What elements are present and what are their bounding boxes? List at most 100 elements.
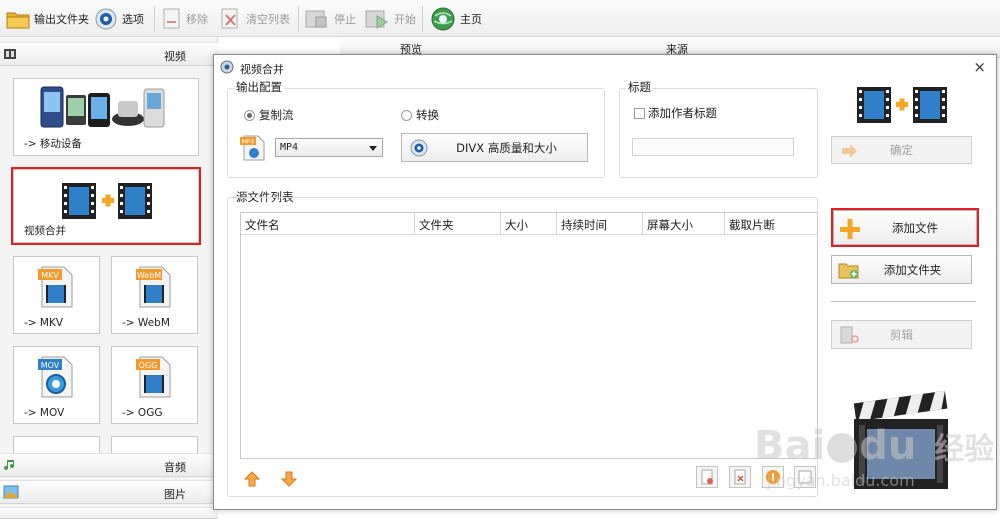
mp4-badge: MP4 <box>242 139 255 146</box>
main-toolbar: 输出文件夹 选项 移除 清空列表 停止 开始 主页 <box>0 0 1000 37</box>
video-merge-icon <box>62 183 152 219</box>
video-merge-large-icon <box>857 87 947 123</box>
mov-file-icon: MOV <box>38 356 73 398</box>
radio-indicator-selected <box>244 109 255 121</box>
move-up-icon[interactable] <box>244 471 260 487</box>
watermark-url: jingyan.baidu.com <box>767 471 915 490</box>
start-icon <box>365 10 388 29</box>
checkbox-box <box>634 107 645 119</box>
folder-icon <box>6 12 30 29</box>
edit-clip-label: 剪辑 <box>890 327 913 342</box>
col-screen-size[interactable]: 屏幕大小 <box>643 213 725 235</box>
output-folder-label: 输出文件夹 <box>34 13 89 26</box>
toolbar-divider <box>154 6 155 32</box>
title-group <box>619 88 818 178</box>
add-author-title-checkbox[interactable]: 添加作者标题 <box>634 105 717 121</box>
audio-category-header[interactable]: 音频 <box>0 453 218 477</box>
tile-video-merge[interactable]: 视频合并 <box>11 167 201 245</box>
tile-mkv-label: -> MKV <box>24 317 64 329</box>
start-button[interactable]: 开始 <box>364 5 416 33</box>
output-config-title: 输出配置 <box>234 79 284 95</box>
stop-icon <box>305 10 327 28</box>
toolbar-divider <box>298 6 299 32</box>
output-folder-button[interactable]: 输出文件夹 <box>6 5 89 33</box>
source-file-table[interactable]: 文件名 文件夹 大小 持续时间 屏幕大小 截取片断 <box>240 212 818 459</box>
baidu-watermark: Bai du 经验 <box>754 423 994 469</box>
music-note-icon <box>4 460 15 471</box>
col-folder[interactable]: 文件夹 <box>415 213 501 235</box>
convert-radio[interactable]: 转换 <box>401 107 439 123</box>
file-add-icon <box>701 469 713 485</box>
remove-label: 移除 <box>186 13 208 26</box>
mkv-file-icon: MKV <box>38 266 73 308</box>
film-icon <box>4 49 16 59</box>
webm-badge: WebM <box>137 271 161 280</box>
video-merge-dialog: 视频合并 × 输出配置 复制流 转换 MP4 MP4 DIVX 高质量和大小 标… <box>213 54 997 510</box>
quality-settings-label: DIVX 高质量和大小 <box>456 140 557 155</box>
move-down-icon[interactable] <box>281 471 297 487</box>
file-table-header: 文件名 文件夹 大小 持续时间 屏幕大小 截取片断 <box>241 213 817 235</box>
tile-ogg-label: -> OGG <box>122 407 163 419</box>
remove-icon <box>163 8 180 29</box>
confirm-button[interactable]: 确定 <box>831 136 972 164</box>
copy-stream-radio[interactable]: 复制流 <box>244 107 294 123</box>
edit-clip-button[interactable]: 剪辑 <box>831 320 972 349</box>
title-input[interactable] <box>632 138 794 156</box>
tile-ogg[interactable]: OGG -> OGG <box>111 346 198 424</box>
picture-category-header[interactable]: 图片 <box>0 480 218 504</box>
clear-list-button[interactable]: 清空列表 <box>220 5 290 33</box>
paw-icon <box>827 433 858 463</box>
tile-webm[interactable]: WebM -> WebM <box>111 256 198 334</box>
col-filename[interactable]: 文件名 <box>241 213 415 235</box>
options-label: 选项 <box>122 13 144 26</box>
stop-button[interactable]: 停止 <box>304 5 356 33</box>
col-duration[interactable]: 持续时间 <box>557 213 643 235</box>
remove-button[interactable]: 移除 <box>162 5 208 33</box>
close-icon[interactable]: × <box>973 58 986 76</box>
tile-mobile-label: -> 移动设备 <box>24 138 82 150</box>
stop-label: 停止 <box>334 13 356 26</box>
mobile-devices-icon <box>40 86 165 128</box>
add-folder-label: 添加文件夹 <box>883 262 942 277</box>
file-remove-icon <box>734 469 746 485</box>
quality-settings-button[interactable]: DIVX 高质量和大小 <box>401 133 588 162</box>
radio-indicator <box>401 109 412 121</box>
audio-category-label: 音频 <box>164 461 186 474</box>
watermark-brand-tail: du <box>859 423 917 469</box>
mkv-badge: MKV <box>41 271 59 280</box>
dialog-titlebar[interactable]: 视频合并 × <box>214 55 996 79</box>
watermark-subtitle: 经验 <box>934 432 995 467</box>
tile-mov[interactable]: MOV -> MOV <box>13 346 100 424</box>
chevron-down-icon <box>369 146 377 151</box>
document-category-header[interactable] <box>0 507 218 519</box>
video-category-header[interactable]: 视频 <box>0 42 218 66</box>
options-button[interactable]: 选项 <box>94 5 144 33</box>
col-clip[interactable]: 截取片断 <box>725 213 819 235</box>
copy-stream-label: 复制流 <box>259 108 294 122</box>
tile-mobile-device[interactable]: -> 移动设备 <box>13 78 199 156</box>
ogg-badge: OGG <box>139 361 158 370</box>
home-button[interactable]: 主页 <box>430 5 482 33</box>
add-file-button[interactable]: 添加文件 <box>831 208 979 247</box>
toolbar-divider <box>422 6 423 32</box>
picture-icon <box>3 485 19 499</box>
format-select-value: MP4 <box>280 142 299 153</box>
confirm-label: 确定 <box>890 143 913 157</box>
add-author-title-label: 添加作者标题 <box>648 106 717 120</box>
tile-merge-label: 视频合并 <box>24 225 66 237</box>
category-panel: 视频 -> 移动设备 视频合并 MKV -> MKV WebM -> WebM … <box>0 38 218 519</box>
list-add-button[interactable] <box>696 466 718 488</box>
clear-list-icon <box>221 8 238 29</box>
mp4-format-icon: MP4 <box>240 135 265 161</box>
home-label: 主页 <box>460 13 482 26</box>
tile-mkv[interactable]: MKV -> MKV <box>13 256 100 334</box>
add-folder-button[interactable]: 添加文件夹 <box>831 255 972 284</box>
list-remove-button[interactable] <box>729 466 751 488</box>
video-category-label: 视频 <box>164 50 186 63</box>
convert-label: 转换 <box>416 108 439 122</box>
clear-list-label: 清空列表 <box>246 13 290 26</box>
col-size[interactable]: 大小 <box>501 213 557 235</box>
app-gear-icon <box>220 60 234 74</box>
format-select[interactable]: MP4 <box>275 138 383 157</box>
add-file-label: 添加文件 <box>892 220 938 235</box>
